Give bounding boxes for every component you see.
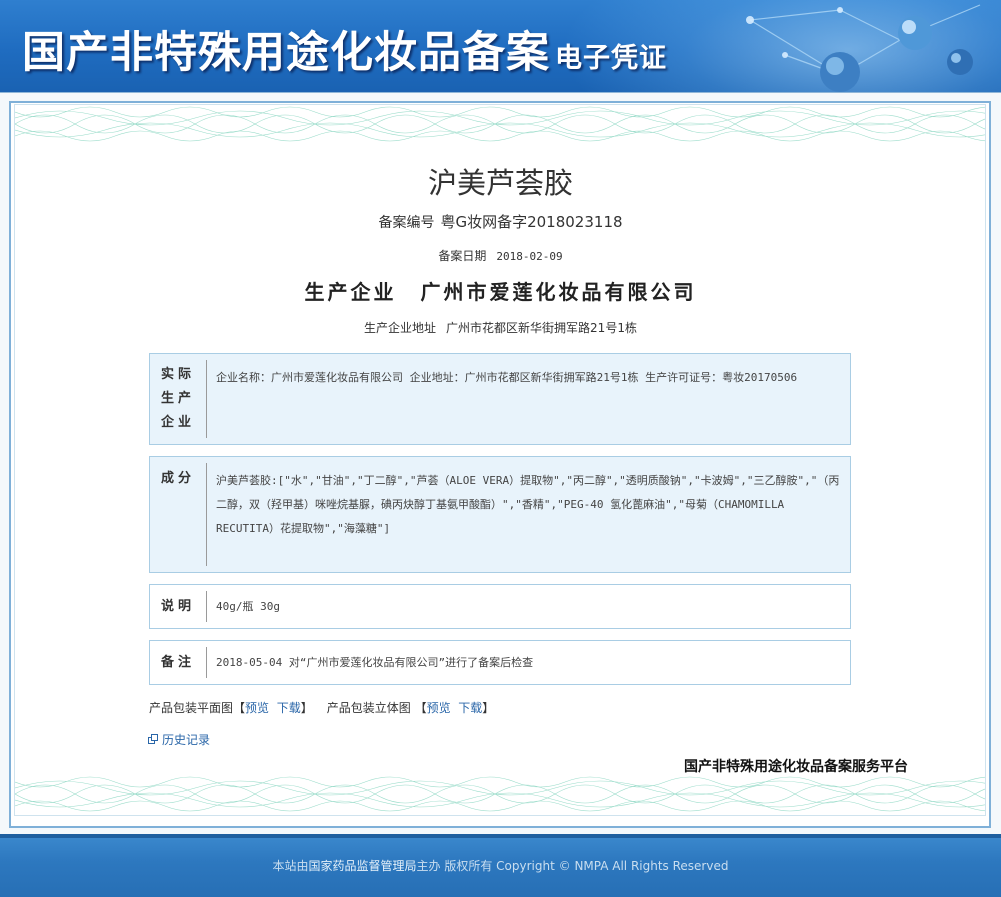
flat-download-link[interactable]: 下载 [277, 701, 301, 715]
flat-preview-link[interactable]: 预览 [245, 701, 269, 715]
footer-org-link[interactable]: 国家药品监督管理局 [309, 859, 417, 873]
remarks-text: 2018-05-04 对“广州市爱莲化妆品有限公司”进行了备案后检查 [216, 656, 534, 669]
registration-date-label: 备案日期 [438, 249, 487, 263]
platform-name: 国产非特殊用途化妆品备案服务平台 [684, 759, 908, 775]
molecule-graphic [746, 4, 981, 92]
manufacturer-row: 生产企业 广州市爱莲化妆品有限公司 [0, 276, 1001, 305]
actual-producer-text: 企业名称：广州市爱莲化妆品有限公司 企业地址：广州市花都区新华街拥军路21号1栋… [216, 371, 798, 384]
footer-copyright: 本站由国家药品监督管理局主办 版权所有 Copyright © NMPA All… [272, 859, 729, 873]
guilloche-border-top [15, 106, 985, 142]
external-window-icon [148, 734, 158, 744]
banner-subtitle: 电子凭证 [555, 43, 667, 74]
registration-date: 2018-02-09 [496, 250, 563, 263]
description-text: 40g/瓶 30g [216, 600, 280, 613]
manufacturer-address: 广州市花都区新华街拥军路21号1栋 [446, 321, 637, 335]
remarks-label: 备注 [160, 654, 195, 670]
solid-download-link[interactable]: 下载 [458, 701, 482, 715]
header-banner: 国产非特殊用途化妆品备案 电子凭证 [0, 0, 1001, 92]
ingredients-text: 沪美芦荟胶:["水","甘油","丁二醇","芦荟（ALOE VERA）提取物"… [216, 474, 840, 535]
manufacturer-name: 广州市爱莲化妆品有限公司 [420, 280, 697, 304]
manufacturer-address-row: 生产企业地址 广州市花都区新华街拥军路21号1栋 [0, 319, 1001, 336]
ingredients-label: 成分 [160, 471, 195, 486]
registration-number: 粤G妆网备字2018023118 [440, 213, 623, 231]
description-label: 说明 [160, 598, 195, 614]
registration-number-label: 备案编号 [378, 215, 435, 231]
manufacturer-address-label: 生产企业地址 [364, 321, 437, 335]
solid-packaging-label: 产品包装立体图 [326, 701, 411, 715]
product-name: 沪美芦荟胶 [427, 166, 573, 200]
solid-preview-link[interactable]: 预览 [427, 701, 451, 715]
ingredients-box: 成分 沪美芦荟胶:["水","甘油","丁二醇","芦荟（ALOE VERA）提… [149, 456, 851, 573]
actual-producer-box: 实际 生产 企业 企业名称：广州市爱莲化妆品有限公司 企业地址：广州市花都区新华… [149, 353, 851, 445]
flat-packaging-label: 产品包装平面图 [149, 701, 234, 715]
registration-date-row: 备案日期 2018-02-09 [0, 247, 1001, 264]
actual-producer-label: 实际 生产 企业 [160, 367, 195, 430]
history-link-text[interactable]: 历史记录 [162, 731, 210, 748]
guilloche-border-bottom [15, 776, 985, 812]
packaging-links: 产品包装平面图【预览 下载】 产品包装立体图 【预览 下载】 [149, 701, 495, 715]
banner-title: 国产非特殊用途化妆品备案 [22, 28, 550, 78]
description-box: 说明 40g/瓶 30g [149, 584, 851, 629]
manufacturer-label: 生产企业 [304, 280, 397, 304]
registration-number-row: 备案编号 粤G妆网备字2018023118 [0, 211, 1001, 232]
history-link[interactable]: 历史记录 [148, 731, 210, 748]
footer: 本站由国家药品监督管理局主办 版权所有 Copyright © NMPA All… [0, 834, 1001, 897]
remarks-box: 备注 2018-05-04 对“广州市爱莲化妆品有限公司”进行了备案后检查 [149, 640, 851, 685]
